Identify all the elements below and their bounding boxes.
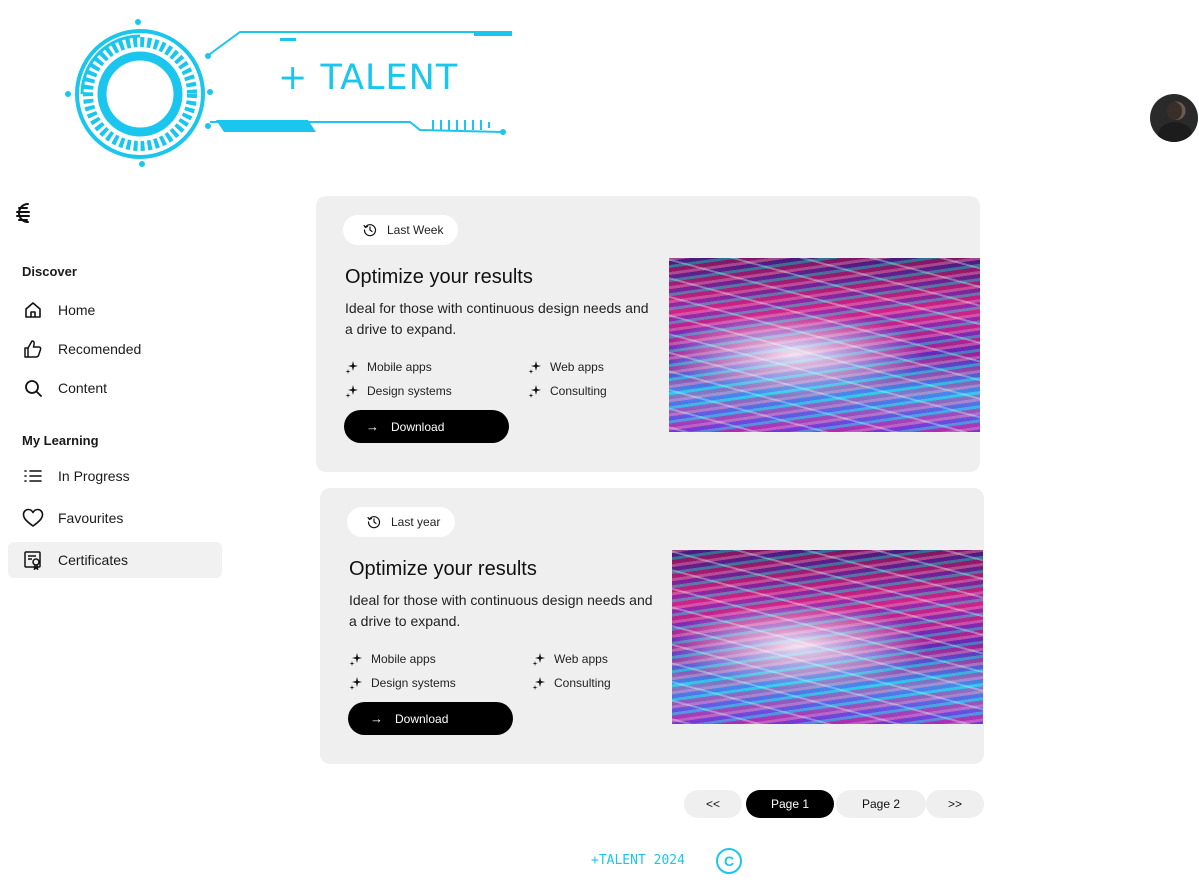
heart-icon (22, 507, 44, 529)
footer-text: +TALENT 2024 (591, 853, 685, 868)
avatar-body (1158, 122, 1192, 142)
feature-item: Consulting (528, 384, 607, 398)
download-button[interactable]: → Download (348, 702, 513, 735)
chip-label: Last year (391, 515, 441, 529)
avatar-head (1167, 102, 1182, 120)
sparkle-icon (528, 360, 542, 374)
chip-label: Last Week (387, 223, 444, 237)
card-title: Optimize your results (349, 558, 537, 580)
menu-icon[interactable] (12, 199, 34, 227)
feature-item: Web apps (528, 360, 604, 374)
sparkle-icon (349, 652, 363, 666)
logo-text: + TALENT (278, 58, 459, 98)
sparkle-icon (349, 676, 363, 690)
pagination-first-button[interactable]: << (684, 790, 742, 818)
sidebar-item-label: Home (58, 302, 96, 318)
card-title: Optimize your results (345, 266, 533, 288)
offer-card: Last Week Optimize your results Ideal fo… (316, 196, 980, 472)
card-image (669, 258, 980, 432)
arrow-right-icon: → (370, 711, 383, 726)
history-icon (367, 515, 381, 529)
download-button[interactable]: → Download (344, 410, 509, 443)
arrow-right-icon: → (366, 419, 379, 434)
thumbs-up-icon (22, 338, 44, 360)
feature-item: Mobile apps (349, 652, 436, 666)
sidebar-item-label: In Progress (58, 468, 130, 484)
sidebar-item-content[interactable]: Content (8, 370, 222, 406)
sidebar-heading-discover: Discover (22, 264, 77, 279)
card-description: Ideal for those with continuous design n… (349, 592, 653, 629)
home-icon (22, 299, 44, 321)
feature-item: Design systems (349, 676, 456, 690)
card-image (672, 550, 983, 724)
sparkle-icon (528, 384, 542, 398)
feature-item: Design systems (345, 384, 452, 398)
feature-item: Consulting (532, 676, 611, 690)
feature-item: Mobile apps (345, 360, 432, 374)
certificate-icon (22, 549, 44, 571)
feature-item: Web apps (532, 652, 608, 666)
user-avatar[interactable] (1150, 94, 1198, 142)
pagination-page-1[interactable]: Page 1 (746, 790, 834, 818)
list-icon (22, 465, 44, 487)
offer-card: Last year Optimize your results Ideal fo… (320, 488, 984, 764)
sidebar-item-label: Certificates (58, 552, 129, 568)
time-filter-chip[interactable]: Last Week (343, 215, 459, 245)
sidebar-item-label: Recomended (58, 341, 142, 357)
sparkle-icon (532, 652, 546, 666)
sidebar-item-in-progress[interactable]: In Progress (8, 458, 222, 494)
copyright-icon: C (716, 848, 742, 874)
sidebar-item-recomended[interactable]: Recomended (8, 331, 222, 367)
pagination-last-button[interactable]: >> (926, 790, 984, 818)
sidebar-item-certificates[interactable]: Certificates (8, 542, 222, 578)
history-icon (363, 223, 377, 237)
sparkle-icon (532, 676, 546, 690)
time-filter-chip[interactable]: Last year (347, 507, 456, 537)
sidebar-item-label: Favourites (58, 510, 124, 526)
card-description: Ideal for those with continuous design n… (345, 300, 649, 337)
sidebar-item-favourites[interactable]: Favourites (8, 500, 222, 536)
sidebar-heading-my-learning: My Learning (22, 433, 99, 448)
sparkle-icon (345, 384, 359, 398)
sidebar-item-label: Content (58, 380, 108, 396)
search-icon (22, 377, 44, 399)
sidebar-item-home[interactable]: Home (8, 292, 222, 328)
sparkle-icon (345, 360, 359, 374)
pagination-page-2[interactable]: Page 2 (836, 790, 926, 818)
